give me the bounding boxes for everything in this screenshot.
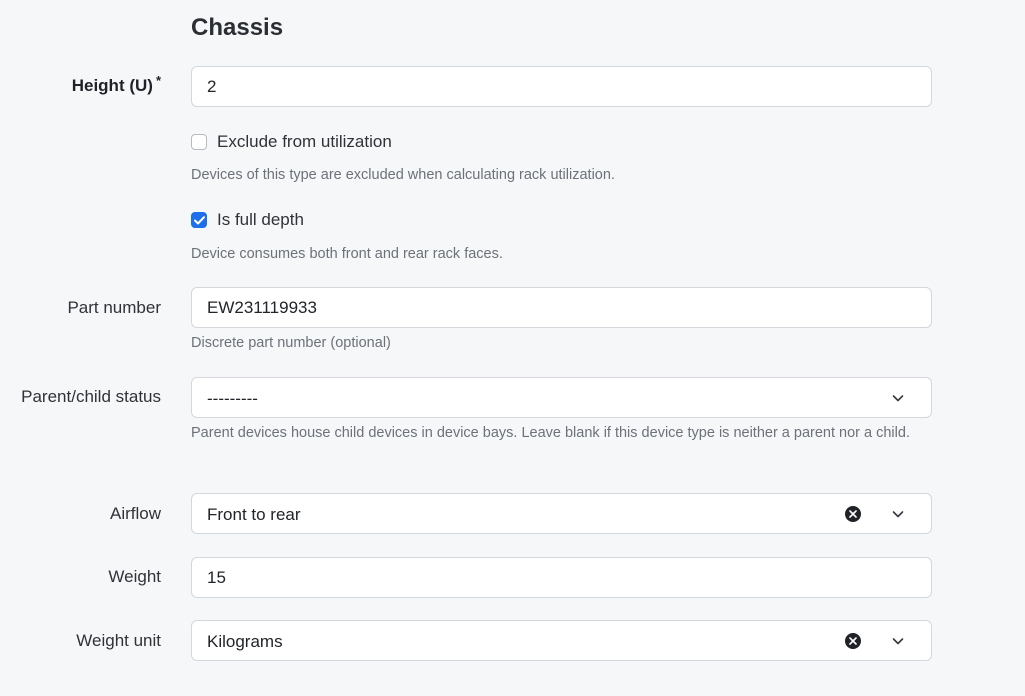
part-number-help: Discrete part number (optional): [191, 335, 391, 351]
chevron-down-icon[interactable]: [892, 635, 904, 647]
airflow-select[interactable]: Front to rear: [191, 493, 932, 534]
exclude-from-utilization-help: Devices of this type are excluded when c…: [191, 167, 615, 183]
chevron-down-icon[interactable]: [892, 392, 904, 404]
clear-x-icon[interactable]: [845, 506, 861, 522]
height-label: Height (U) *: [71, 73, 161, 96]
weight-input[interactable]: [191, 557, 932, 598]
is-full-depth-label: Is full depth: [217, 210, 304, 229]
airflow-value: Front to rear: [207, 505, 301, 524]
parent-child-status-value: ---------: [207, 389, 258, 408]
height-input[interactable]: [191, 66, 932, 107]
weight-label: Weight: [108, 567, 161, 586]
parent-child-status-help: Parent devices house child devices in de…: [191, 425, 910, 441]
checkmark-icon: [193, 215, 205, 224]
exclude-from-utilization-checkbox[interactable]: [191, 134, 207, 150]
section-title: Chassis: [191, 14, 284, 41]
required-asterisk: *: [155, 73, 161, 88]
weight-unit-select[interactable]: Kilograms: [191, 620, 932, 661]
chevron-down-icon[interactable]: [892, 508, 904, 520]
clear-x-icon[interactable]: [845, 633, 861, 649]
weight-unit-value: Kilograms: [207, 632, 283, 651]
exclude-from-utilization-label: Exclude from utilization: [217, 132, 392, 151]
parent-child-status-label: Parent/child status: [21, 387, 161, 406]
part-number-label: Part number: [67, 298, 161, 317]
weight-unit-label: Weight unit: [76, 631, 161, 650]
is-full-depth-checkbox[interactable]: [191, 212, 207, 228]
is-full-depth-row[interactable]: Is full depth: [191, 210, 304, 230]
height-label-text: Height (U): [71, 76, 153, 95]
airflow-label: Airflow: [109, 504, 161, 523]
parent-child-status-select[interactable]: ---------: [191, 377, 932, 418]
part-number-input[interactable]: [191, 287, 932, 328]
is-full-depth-help: Device consumes both front and rear rack…: [191, 246, 503, 262]
exclude-from-utilization-row[interactable]: Exclude from utilization: [191, 132, 392, 152]
